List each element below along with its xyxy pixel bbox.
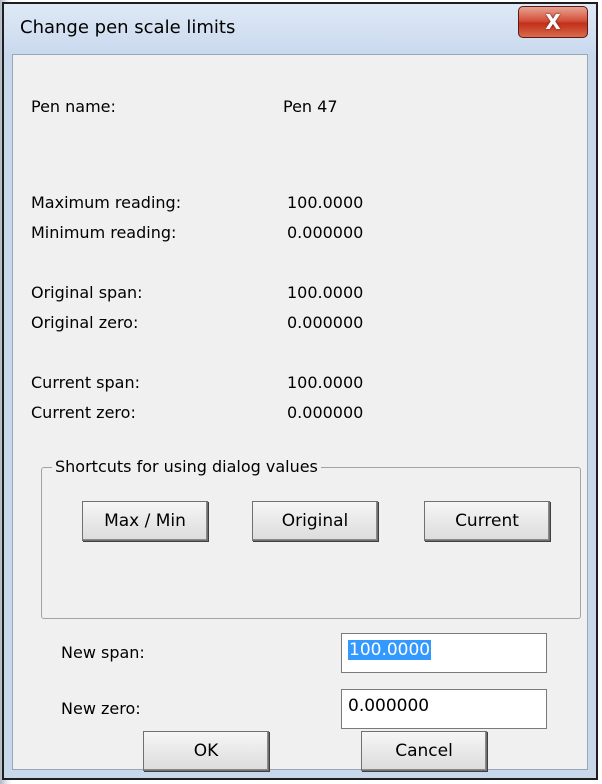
new-span-selected-text: 100.0000 — [348, 640, 432, 660]
shortcuts-group: Shortcuts for using dialog values Max / … — [41, 457, 581, 619]
max-reading-label: Maximum reading: — [31, 193, 182, 212]
dialog-window: Change pen scale limits X Pen name: Pen … — [2, 2, 598, 780]
shortcuts-group-legend: Shortcuts for using dialog values — [52, 457, 321, 476]
original-zero-label: Original zero: — [31, 313, 139, 332]
current-span-label: Current span: — [31, 373, 141, 392]
pen-name-label: Pen name: — [31, 97, 116, 116]
title-bar[interactable]: Change pen scale limits X — [4, 4, 596, 54]
original-span-value: 100.0000 — [287, 283, 364, 302]
cancel-button[interactable]: Cancel — [361, 731, 487, 771]
close-button[interactable]: X — [518, 6, 588, 38]
original-button[interactable]: Original — [252, 501, 378, 541]
current-span-value: 100.0000 — [287, 373, 364, 392]
dialog-body: Pen name: Pen 47 Maximum reading: 100.00… — [12, 54, 588, 771]
ok-button[interactable]: OK — [143, 731, 269, 771]
pen-name-value: Pen 47 — [283, 97, 338, 116]
max-min-button[interactable]: Max / Min — [82, 501, 208, 541]
current-zero-label: Current zero: — [31, 403, 136, 422]
max-reading-value: 100.0000 — [287, 193, 364, 212]
original-span-label: Original span: — [31, 283, 143, 302]
new-span-label: New span: — [61, 643, 145, 662]
new-zero-input[interactable]: 0.000000 — [341, 689, 547, 729]
new-zero-label: New zero: — [61, 699, 141, 718]
min-reading-label: Minimum reading: — [31, 223, 177, 242]
current-button[interactable]: Current — [424, 501, 550, 541]
original-zero-value: 0.000000 — [287, 313, 364, 332]
min-reading-value: 0.000000 — [287, 223, 364, 242]
close-icon: X — [545, 10, 561, 34]
dialog-title: Change pen scale limits — [20, 17, 236, 38]
current-zero-value: 0.000000 — [287, 403, 364, 422]
new-span-input[interactable]: 100.0000 — [341, 633, 547, 673]
